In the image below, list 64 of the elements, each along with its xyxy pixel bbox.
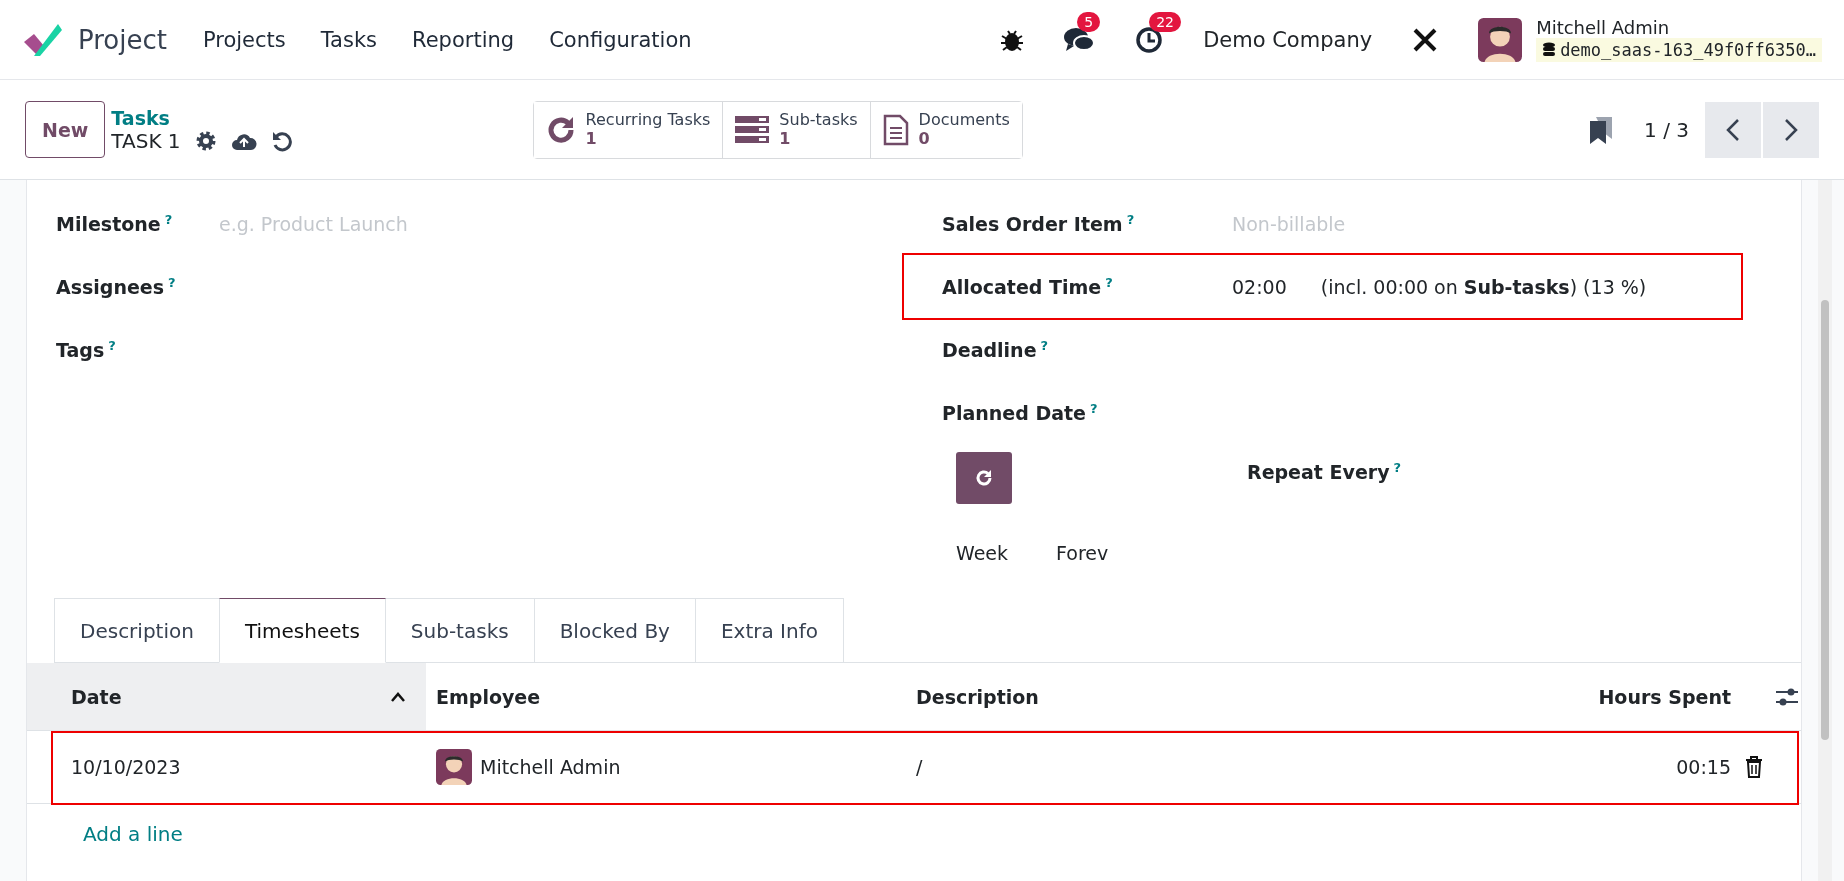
refresh-icon (974, 468, 994, 488)
list-icon (735, 115, 770, 144)
field-label: Milestone $^{?}$ (56, 211, 174, 236)
table-cell: 10/10/2023 (27, 731, 426, 804)
chat-icon[interactable] (1063, 25, 1096, 54)
field-label: Deadline $^{?}$ (942, 337, 1050, 362)
field-label: Tags $^{?}$ (56, 337, 117, 362)
scrollbar[interactable] (1818, 180, 1832, 881)
field-label: Allocated Time $^{?}$ (942, 274, 1114, 299)
table-cell: / (906, 731, 1501, 804)
app-name: Project (78, 24, 167, 55)
avatar-icon (1478, 17, 1523, 62)
company-name[interactable]: Demo Company (1203, 27, 1373, 52)
user-name[interactable]: Mitchell Admin (1536, 17, 1822, 38)
help-tooltip[interactable]: ? (1393, 460, 1402, 475)
new-button[interactable]: New (25, 101, 106, 158)
message-count-badge: 5 (1077, 11, 1101, 32)
column-header[interactable]: Employee (426, 663, 906, 731)
menu-item[interactable]: Configuration (549, 27, 692, 52)
recurrence-button[interactable] (956, 452, 1012, 504)
breadcrumb-link[interactable]: Tasks (111, 106, 293, 129)
menu-item[interactable]: Projects (202, 27, 286, 52)
clock-icon[interactable] (1135, 25, 1164, 54)
repeat-until-field[interactable]: Forev (1056, 542, 1120, 564)
tab[interactable]: Description (54, 598, 220, 662)
help-tooltip[interactable]: ? (1105, 274, 1113, 290)
sort-caret-icon (390, 691, 406, 702)
column-header[interactable]: Hours Spent (1501, 663, 1731, 731)
chevron-right-icon (1784, 117, 1798, 142)
database-name: demo_saas-163_49f0ff6350… (1560, 40, 1816, 60)
menu-item[interactable]: Tasks (320, 27, 378, 52)
chevron-left-icon (1726, 117, 1740, 142)
smart-button[interactable]: Recurring Tasks 1 (533, 101, 724, 158)
field-label: Sales Order Item $^{?}$ (942, 211, 1136, 236)
menu-item[interactable]: Reporting (412, 27, 515, 52)
repeat-unit-field[interactable]: Week (956, 542, 1020, 564)
field-value[interactable]: 02:00 (1232, 275, 1287, 298)
database-icon (1542, 42, 1557, 58)
document-icon (882, 113, 909, 146)
gear-icon[interactable] (194, 129, 217, 152)
record-name: TASK 1 (111, 128, 181, 153)
activity-count-badge: 22 (1149, 11, 1181, 32)
field-label: Repeat Every $^{?}$ (1247, 461, 1402, 484)
trash-icon[interactable] (1745, 756, 1763, 778)
undo-icon[interactable] (270, 129, 293, 152)
help-tooltip[interactable]: ? (164, 211, 173, 227)
field-label: Assignees $^{?}$ (56, 274, 177, 299)
column-header[interactable]: Date (27, 663, 426, 731)
help-tooltip[interactable]: ? (1126, 211, 1135, 227)
help-tooltip[interactable]: ? (1090, 400, 1098, 416)
tab[interactable]: Timesheets (218, 598, 386, 663)
table-cell: Mitchell Admin (480, 756, 621, 778)
field-label: Planned Date $^{?}$ (942, 400, 1099, 425)
field-note: (incl. 00:00 on Sub-tasks) (13 %) (1320, 275, 1647, 298)
help-tooltip[interactable]: ? (108, 337, 116, 353)
help-tooltip[interactable]: ? (168, 274, 176, 290)
column-header[interactable]: Description (906, 663, 1501, 731)
pager-value[interactable]: 1 / 3 (1644, 117, 1689, 142)
avatar-icon (436, 749, 472, 785)
tab[interactable]: Extra Info (694, 598, 844, 662)
bookmark-icon[interactable] (1588, 114, 1615, 145)
help-tooltip[interactable]: ? (1040, 337, 1049, 353)
table-cell: 00:15 (1501, 731, 1731, 804)
add-line-link[interactable]: Add a line (27, 804, 1801, 846)
